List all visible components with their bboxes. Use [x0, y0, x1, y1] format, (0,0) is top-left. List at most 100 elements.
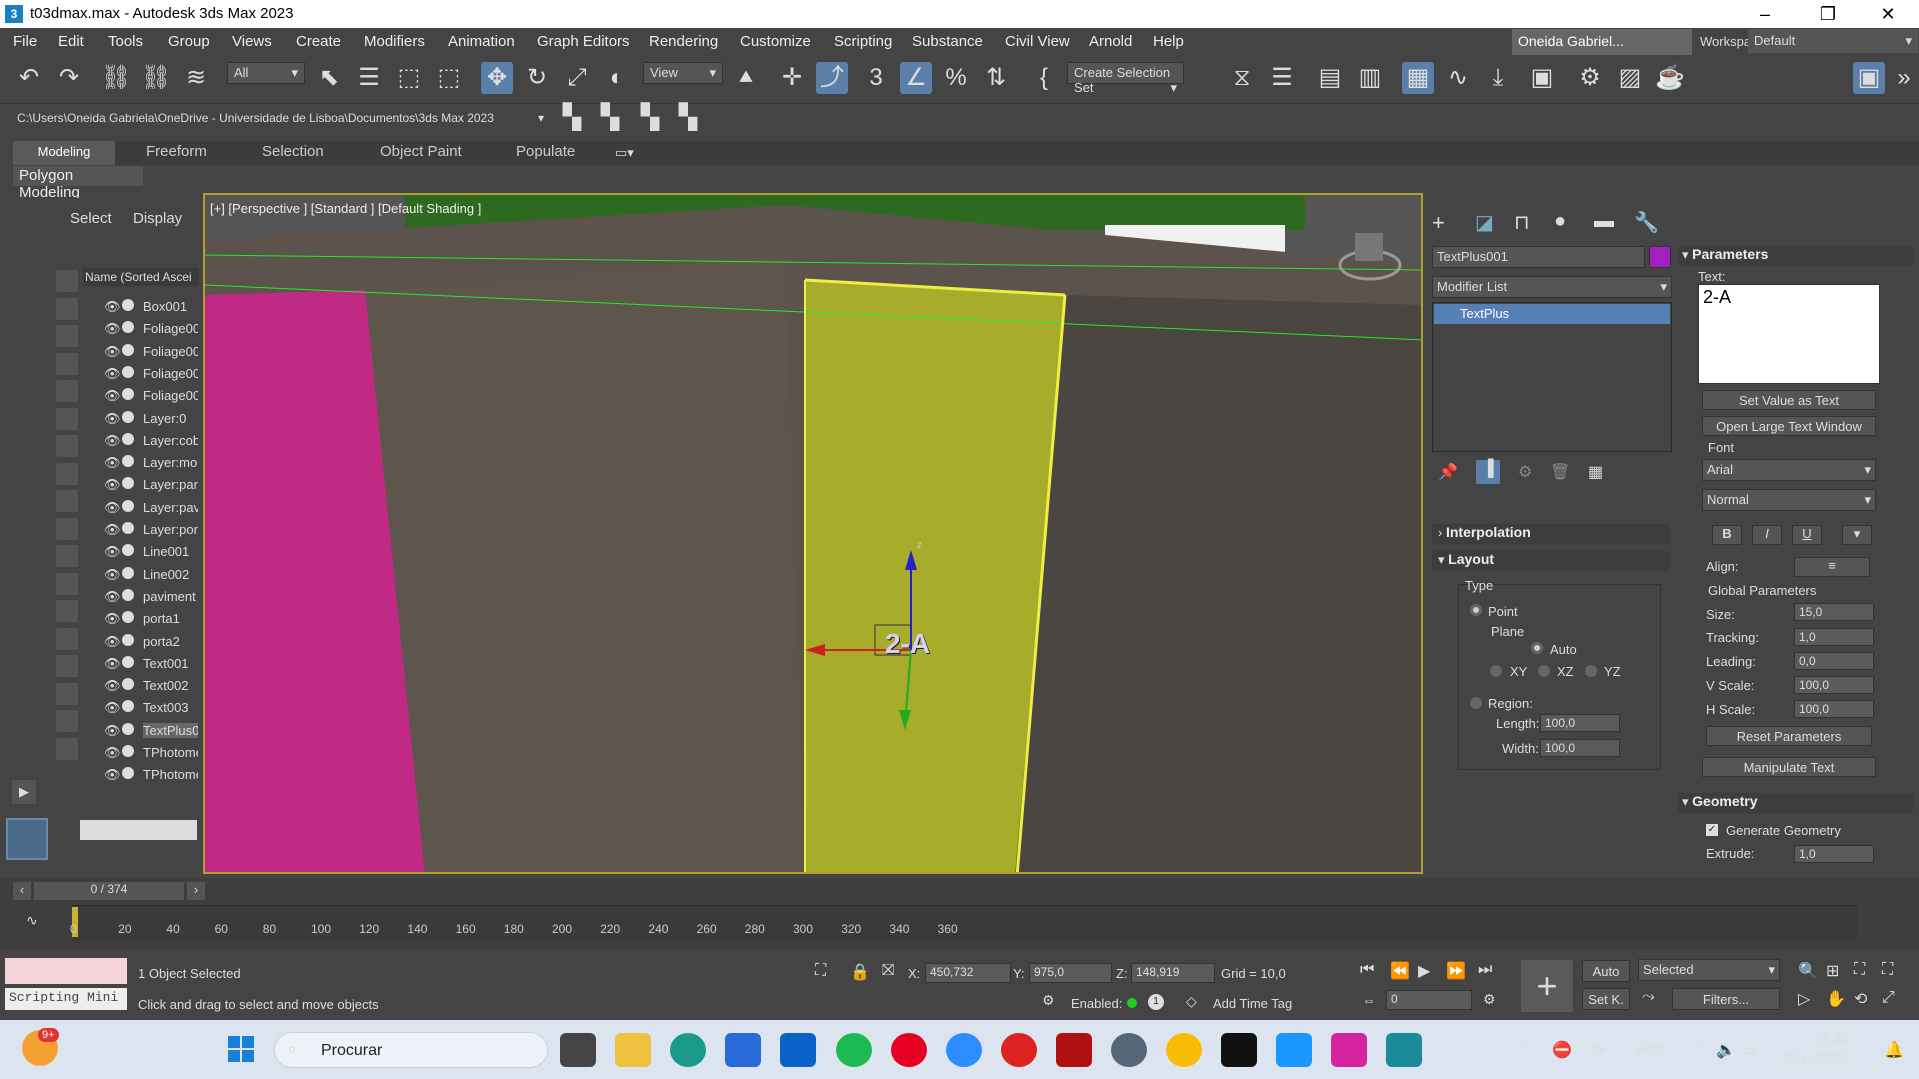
prime-video-icon[interactable]	[1276, 1033, 1312, 1067]
italic-button[interactable]: I	[1752, 525, 1782, 545]
explorer-filter-icon[interactable]	[56, 600, 78, 622]
extrude-spinner[interactable]: 1,0	[1794, 845, 1874, 863]
explorer-filter-icon[interactable]	[56, 710, 78, 732]
next-frame-icon[interactable]: ›	[187, 882, 205, 900]
stack-item-textplus[interactable]: TextPlus	[1434, 304, 1670, 324]
explorer-filter-icon[interactable]	[56, 655, 78, 677]
visibility-eye-icon[interactable]: 👁	[104, 700, 121, 716]
clock-date[interactable]: 26/11/2024	[1762, 1050, 1850, 1066]
time-tag-icon[interactable]: ◇	[1186, 993, 1197, 1010]
motion-tab-icon[interactable]: ●	[1554, 210, 1566, 233]
scene-item[interactable]: 👁 TextPlus0	[80, 720, 198, 742]
menu-modifiers[interactable]: Modifiers	[364, 33, 425, 50]
tab-modeling[interactable]: Modeling	[13, 141, 115, 165]
language-indicator[interactable]: POR	[1636, 1042, 1666, 1058]
open-large-text-window-button[interactable]: Open Large Text Window	[1702, 416, 1876, 436]
toggle-ribbon-icon[interactable]: ▥	[1354, 62, 1386, 94]
object-color-swatch[interactable]	[1649, 246, 1671, 268]
menu-tools[interactable]: Tools	[108, 33, 143, 50]
explorer-filter-icon[interactable]	[56, 435, 78, 457]
next-key-icon[interactable]: ⏩	[1446, 961, 1466, 981]
visibility-eye-icon[interactable]: 👁	[104, 366, 121, 382]
align-dropdown-icon[interactable]: ≡	[1794, 557, 1870, 577]
display-tab-icon[interactable]: ▬	[1594, 210, 1614, 233]
size-spinner[interactable]: 15,0	[1794, 603, 1874, 621]
tray-sync-icon[interactable]: ⟳	[1592, 1040, 1605, 1060]
zoom-all-icon[interactable]: ⊞	[1826, 961, 1839, 981]
scene-item[interactable]: 👁 Layer:cob	[80, 430, 198, 452]
volume-icon[interactable]: 🔈	[1716, 1040, 1736, 1060]
menu-scripting[interactable]: Scripting	[834, 33, 892, 50]
auto-key-button[interactable]: Auto	[1582, 960, 1630, 982]
viewport-label[interactable]: [+] [Perspective ] [Standard ] [Default …	[210, 201, 481, 216]
point-radio[interactable]	[1470, 604, 1482, 616]
redo-icon[interactable]: ↷	[53, 62, 85, 94]
visibility-eye-icon[interactable]: 👁	[104, 321, 121, 337]
app-icon[interactable]	[1111, 1033, 1147, 1067]
project-settings-icon[interactable]: ▚	[672, 102, 704, 134]
menu-edit[interactable]: Edit	[58, 33, 84, 50]
set-value-as-text-button[interactable]: Set Value as Text	[1702, 390, 1876, 410]
text-object-2a[interactable]: 2-A	[885, 628, 930, 660]
filezilla-icon[interactable]	[1056, 1033, 1092, 1067]
set-key-big-button[interactable]: +	[1521, 960, 1573, 1012]
modifier-list-dropdown[interactable]: Modifier List ▾	[1432, 276, 1672, 298]
polygon-modeling-panel[interactable]: Polygon Modeling	[13, 166, 143, 201]
tab-freeform[interactable]: Freeform	[146, 143, 207, 160]
modify-tab-icon[interactable]: ◪	[1475, 210, 1494, 235]
tab-selection[interactable]: Selection	[262, 143, 324, 160]
render-production-icon[interactable]: ☕	[1654, 62, 1686, 94]
explorer-search-field[interactable]	[80, 820, 197, 840]
pivot-center-icon[interactable]: ⯅	[730, 62, 762, 94]
visibility-eye-icon[interactable]: 👁	[104, 522, 121, 538]
adaptive-degradation-icon[interactable]: ⚙	[1042, 992, 1055, 1009]
bold-button[interactable]: B	[1712, 525, 1742, 545]
wifi-icon[interactable]: ◠	[1690, 1040, 1704, 1060]
underline-button[interactable]: U	[1792, 525, 1822, 545]
netflix-icon[interactable]	[1221, 1033, 1257, 1067]
maximize-viewport-icon[interactable]: ⤢	[1882, 989, 1895, 1007]
file-explorer-icon[interactable]	[615, 1033, 651, 1067]
current-frame-field[interactable]: 0	[1386, 990, 1472, 1010]
explorer-filter-icon[interactable]	[56, 627, 78, 650]
outlook-icon[interactable]	[780, 1033, 816, 1067]
spinner-snap-icon[interactable]: ⇅	[980, 62, 1012, 94]
visibility-eye-icon[interactable]: 👁	[104, 611, 121, 627]
auto-radio[interactable]	[1531, 642, 1543, 654]
goto-end-icon[interactable]: ⏭	[1478, 961, 1492, 979]
create-selection-set-dropdown[interactable]: Create Selection Set ▾	[1067, 62, 1184, 95]
link-icon[interactable]: ⛓	[100, 62, 132, 94]
layout-rollout[interactable]: ▾ Layout	[1432, 551, 1670, 571]
rendered-frame-icon[interactable]: ▨	[1614, 62, 1646, 94]
instagram-icon[interactable]	[1331, 1033, 1367, 1067]
visibility-eye-icon[interactable]: 👁	[104, 299, 121, 315]
menu-views[interactable]: Views	[232, 33, 272, 50]
rotate-icon[interactable]: ↻	[521, 62, 553, 94]
visibility-eye-icon[interactable]: 👁	[104, 567, 121, 583]
minimize-button[interactable]: –	[1745, 2, 1785, 26]
windows-start-icon[interactable]	[228, 1036, 254, 1062]
yz-radio[interactable]	[1585, 665, 1597, 677]
scale-icon[interactable]: ⤢	[561, 62, 593, 94]
orbit-icon[interactable]: ⟲	[1854, 989, 1867, 1009]
visibility-eye-icon[interactable]: 👁	[104, 388, 121, 404]
explorer-filter-icon[interactable]	[56, 737, 78, 760]
pinterest-icon[interactable]	[891, 1033, 927, 1067]
more-style-dropdown-icon[interactable]: ▾	[1842, 525, 1872, 545]
window-crossing-icon[interactable]: ⬚	[433, 62, 465, 94]
key-mode-icon[interactable]: ⇔	[1362, 992, 1376, 1008]
tab-object-paint[interactable]: Object Paint	[380, 143, 462, 160]
scene-item[interactable]: 👁 Line002	[80, 564, 198, 586]
zoom-icon[interactable]: 🔍	[1798, 961, 1818, 981]
keyboard-shortcut-override-icon[interactable]: ⤴	[816, 62, 848, 94]
manipulate-text-button[interactable]: Manipulate Text	[1702, 757, 1876, 777]
xz-radio[interactable]	[1538, 665, 1550, 677]
menu-create[interactable]: Create	[296, 33, 341, 50]
save-icon[interactable]: ▣	[1853, 62, 1885, 94]
project-save-icon[interactable]: ▚	[634, 102, 666, 134]
tab-display[interactable]: Display	[133, 210, 182, 227]
create-tab-icon[interactable]: +	[1432, 210, 1445, 236]
battery-icon[interactable]: ▭	[1742, 1040, 1757, 1060]
visibility-eye-icon[interactable]: 👁	[104, 634, 121, 650]
select-object-icon[interactable]: ⬉	[313, 62, 345, 94]
